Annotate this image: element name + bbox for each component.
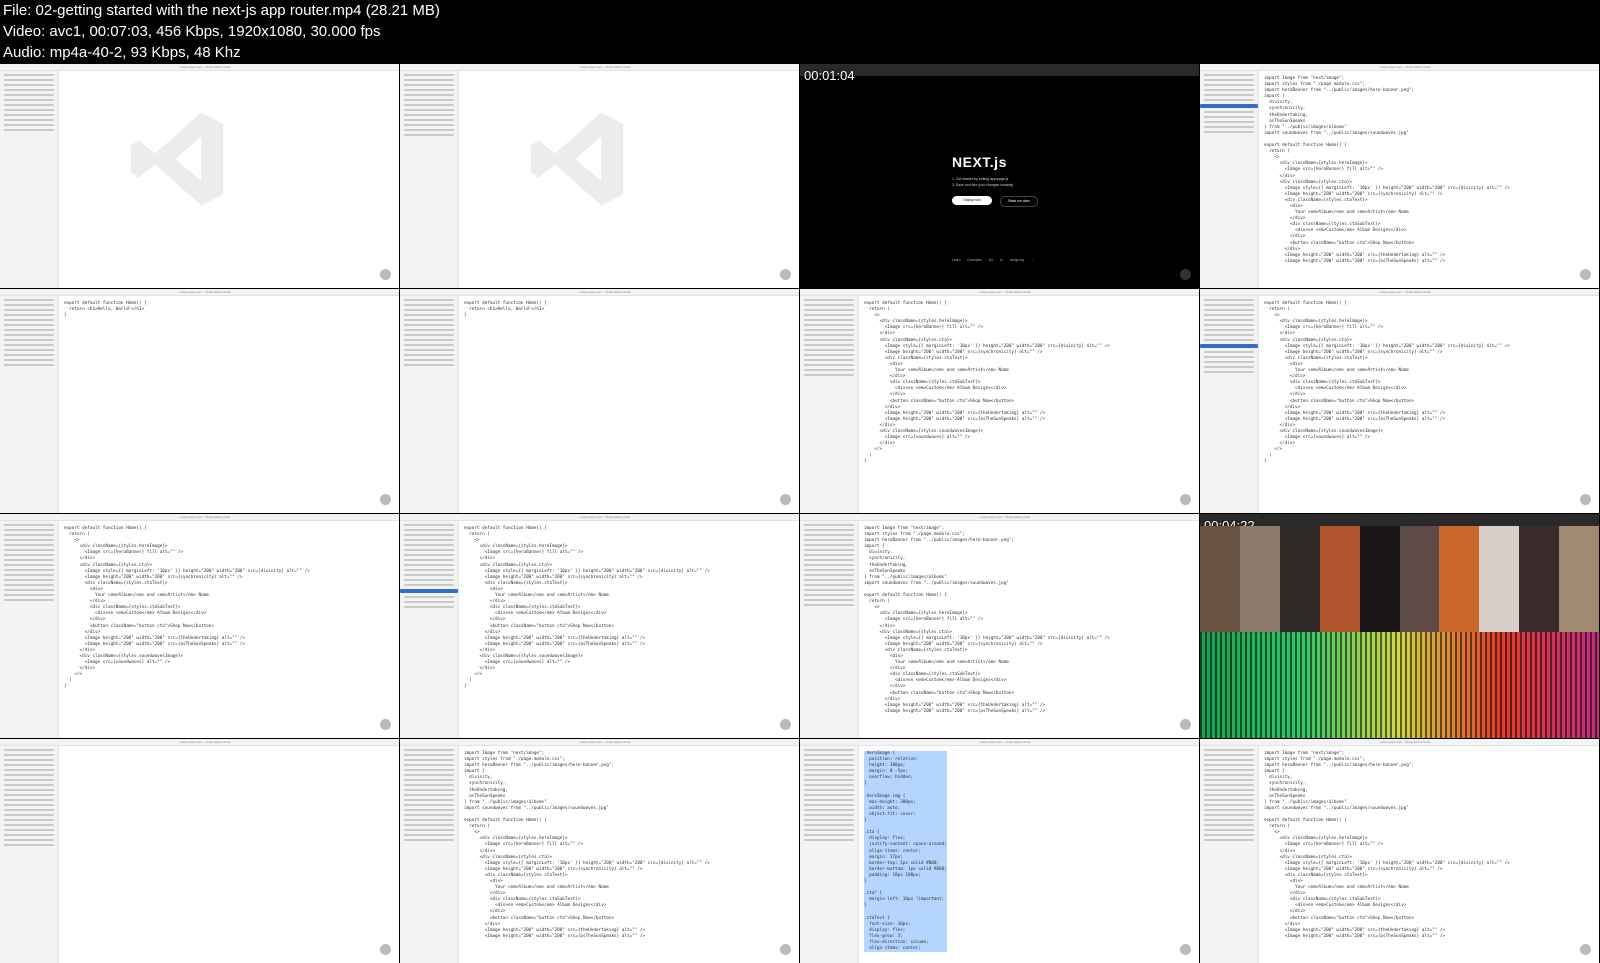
explorer-sidebar (800, 746, 859, 963)
explorer-sidebar (0, 296, 59, 513)
avatar-icon[interactable] (780, 944, 791, 955)
thumbnail-grid: nextjs-app-router - Visual Studio Code n… (0, 64, 1600, 963)
avatar-icon[interactable] (1580, 494, 1591, 505)
video-info: Video: avc1, 00:07:03, 456 Kbps, 1920x10… (3, 23, 381, 40)
thumb-next-welcome: 00:01:04 NEXT.js 1. Get started by editi… (800, 64, 1199, 288)
deploy-now-button[interactable]: Deploy now (952, 196, 992, 205)
explorer-sidebar (400, 521, 459, 738)
explorer-sidebar (1200, 71, 1259, 288)
thumb-vscode-empty-2: nextjs-app-router - Visual Studio Code (400, 64, 799, 288)
thumb-hello-world-1: nextjs-app-router - Visual Studio Code e… (0, 289, 399, 513)
code-editor[interactable]: import Image from "next/image"; import s… (1260, 747, 1599, 963)
browser-bar (800, 64, 1199, 76)
avatar-icon[interactable] (380, 944, 391, 955)
avatar-icon[interactable] (380, 269, 391, 280)
timestamp-1: 00:01:04 (804, 68, 855, 83)
explorer-sidebar (800, 296, 859, 513)
thumb-home-jsx-3: nextjs-app-router - Visual Studio Code e… (0, 514, 399, 738)
avatar-icon[interactable] (1180, 494, 1191, 505)
code-text: export default function Home() { return … (64, 526, 310, 690)
avatar-icon[interactable] (1180, 719, 1191, 730)
explorer-sidebar (1200, 296, 1259, 513)
avatar-icon[interactable] (780, 494, 791, 505)
code-editor[interactable]: export default function Home() { return … (60, 297, 399, 513)
thumb-vscode-empty-1: nextjs-app-router - Visual Studio Code (0, 64, 399, 288)
explorer-sidebar (1200, 746, 1259, 963)
title-bar: nextjs-app-router - Visual Studio Code (800, 514, 1199, 521)
code-text: import Image from "next/image"; import s… (1264, 76, 1510, 264)
thumb-album-site: 00:04:22 (1200, 514, 1599, 738)
avatar-icon[interactable] (1580, 269, 1591, 280)
explorer-sidebar (400, 71, 459, 288)
thumb-home-jsx-2: nextjs-app-router - Visual Studio Code e… (1200, 289, 1599, 513)
code-text: export default function Home() { return … (1264, 301, 1510, 465)
browser-bar (1200, 514, 1599, 526)
avatar-icon[interactable] (1180, 944, 1191, 955)
avatar-icon[interactable] (1180, 269, 1191, 280)
avatar-icon[interactable] (780, 719, 791, 730)
title-bar: nextjs-app-router - Visual Studio Code (400, 64, 799, 71)
code-text: export default function Home() { return … (64, 301, 147, 319)
video-info-header: File: 02-getting started with the next-j… (0, 0, 1600, 64)
title-bar: nextjs-app-router - Visual Studio Code (400, 289, 799, 296)
vscode-logo-icon (130, 112, 224, 206)
file-info: File: 02-getting started with the next-j… (3, 2, 440, 19)
next-logo: NEXT.js (952, 154, 1007, 170)
thumb-css-module: nextjs-app-router - Visual Studio Code .… (800, 739, 1199, 963)
code-editor[interactable]: export default function Home() { return … (460, 522, 799, 738)
code-text: import Image from "next/image"; import s… (864, 526, 1110, 714)
avatar-icon[interactable] (1580, 944, 1591, 955)
explorer-sidebar (0, 746, 59, 963)
next-footer-links[interactable]: Learn Examples Go to nextjs.org → (952, 258, 1034, 262)
code-editor[interactable]: import Image from "next/image"; import s… (1260, 72, 1599, 288)
thumb-empty-css: nextjs-app-router - Visual Studio Code (0, 739, 399, 963)
code-text: .heroImage { position: relative; height:… (864, 751, 947, 953)
code-editor[interactable]: .heroImage { position: relative; height:… (860, 747, 1199, 963)
title-bar: nextjs-app-router - Visual Studio Code (0, 64, 399, 71)
soundwaves-image (1200, 632, 1599, 738)
album-banner (1200, 526, 1599, 632)
title-bar: nextjs-app-router - Visual Studio Code (400, 739, 799, 746)
explorer-sidebar (400, 296, 459, 513)
explorer-sidebar (800, 521, 859, 738)
title-bar: nextjs-app-router - Visual Studio Code (400, 514, 799, 521)
code-text: export default function Home() { return … (864, 301, 1110, 465)
title-bar: nextjs-app-router - Visual Studio Code (1200, 64, 1599, 71)
thumb-home-jsx-4: nextjs-app-router - Visual Studio Code e… (400, 514, 799, 738)
title-bar: nextjs-app-router - Visual Studio Code (0, 514, 399, 521)
code-text: export default function Home() { return … (464, 301, 547, 319)
code-text: export default function Home() { return … (464, 526, 710, 690)
code-editor[interactable]: export default function Home() { return … (1260, 297, 1599, 513)
vscode-logo-icon (530, 112, 624, 206)
code-editor[interactable]: export default function Home() { return … (460, 297, 799, 513)
thumb-imports-3: nextjs-app-router - Visual Studio Code i… (1200, 739, 1599, 963)
read-docs-button[interactable]: Read our docs (1000, 196, 1038, 207)
thumb-hello-world-2: nextjs-app-router - Visual Studio Code e… (400, 289, 799, 513)
code-text: import Image from "next/image"; import s… (1264, 751, 1510, 939)
title-bar: nextjs-app-router - Visual Studio Code (800, 289, 1199, 296)
title-bar: nextjs-app-router - Visual Studio Code (1200, 289, 1599, 296)
title-bar: nextjs-app-router - Visual Studio Code (1200, 739, 1599, 746)
title-bar: nextjs-app-router - Visual Studio Code (0, 289, 399, 296)
title-bar: nextjs-app-router - Visual Studio Code (800, 739, 1199, 746)
next-steps: 1. Get started by editing app/page.js 2.… (952, 177, 1014, 187)
explorer-sidebar (400, 746, 459, 963)
thumb-home-jsx-1: nextjs-app-router - Visual Studio Code e… (800, 289, 1199, 513)
thumb-code-page-js: nextjs-app-router - Visual Studio Code i… (1200, 64, 1599, 288)
explorer-sidebar (0, 71, 59, 288)
thumb-imports-2: nextjs-app-router - Visual Studio Code i… (400, 739, 799, 963)
thumb-imports-1: nextjs-app-router - Visual Studio Code i… (800, 514, 1199, 738)
code-editor[interactable]: export default function Home() { return … (60, 522, 399, 738)
avatar-icon[interactable] (380, 719, 391, 730)
code-editor[interactable]: export default function Home() { return … (860, 297, 1199, 513)
code-editor[interactable]: import Image from "next/image"; import s… (860, 522, 1199, 738)
code-editor[interactable]: import Image from "next/image"; import s… (460, 747, 799, 963)
code-text: import Image from "next/image"; import s… (464, 751, 710, 939)
explorer-sidebar (0, 521, 59, 738)
audio-info: Audio: mp4a-40-2, 93 Kbps, 48 Khz (3, 44, 241, 61)
avatar-icon[interactable] (780, 269, 791, 280)
avatar-icon[interactable] (380, 494, 391, 505)
title-bar: nextjs-app-router - Visual Studio Code (0, 739, 399, 746)
